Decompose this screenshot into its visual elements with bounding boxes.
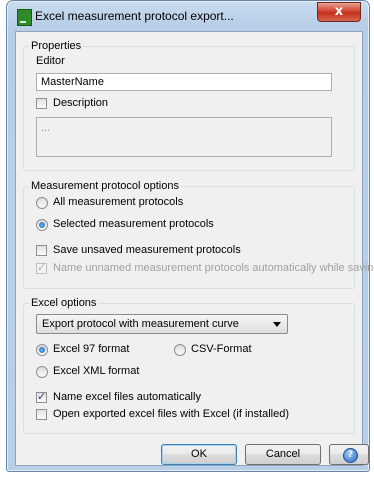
window-title: Excel measurement protocol export...: [35, 9, 234, 23]
description-textarea[interactable]: ...: [36, 117, 332, 157]
open-after-label: Open exported excel files with Excel (if…: [53, 408, 289, 420]
protocol-options-legend: Measurement protocol options: [29, 180, 181, 192]
name-auto-checkbox[interactable]: [36, 390, 47, 403]
close-icon: x: [334, 4, 344, 19]
properties-legend: Properties: [29, 40, 84, 52]
protocol-options-group: Measurement protocol options All measure…: [23, 180, 374, 289]
dialog-window: Excel measurement protocol export... x P…: [6, 0, 374, 472]
radio-excel-xml-label: Excel XML format: [53, 365, 140, 377]
radio-all-protocols-label: All measurement protocols: [53, 196, 184, 208]
export-mode-dropdown[interactable]: Export protocol with measurement curve: [36, 314, 288, 334]
export-mode-value: Export protocol with measurement curve: [42, 318, 239, 330]
ok-button[interactable]: OK: [161, 444, 237, 465]
radio-excel-xml[interactable]: [36, 366, 48, 378]
cancel-button[interactable]: Cancel: [245, 444, 321, 465]
dialog-client-area: Properties Editor Description ... Measur…: [15, 31, 374, 466]
chevron-down-icon: [273, 322, 281, 327]
excel-options-legend: Excel options: [29, 297, 99, 309]
title-bar[interactable]: Excel measurement protocol export... x: [7, 1, 369, 31]
save-unsaved-checkbox[interactable]: [36, 245, 47, 256]
radio-csv[interactable]: [174, 344, 186, 356]
description-checkbox[interactable]: [36, 98, 47, 109]
radio-excel-97[interactable]: [36, 344, 48, 356]
properties-group: Properties Editor Description ...: [23, 40, 355, 171]
editor-input[interactable]: [36, 73, 332, 91]
name-unnamed-label: Name unnamed measurement protocols autom…: [53, 262, 374, 274]
description-label: Description: [53, 97, 109, 109]
excel-app-icon: [17, 9, 32, 26]
save-unsaved-label: Save unsaved measurement protocols: [53, 244, 241, 256]
excel-options-group: Excel options Export protocol with measu…: [23, 297, 355, 434]
close-button[interactable]: x: [317, 2, 361, 22]
radio-excel-97-label: Excel 97 format: [53, 343, 130, 355]
page: Excel measurement protocol export... x P…: [0, 0, 374, 483]
open-after-checkbox[interactable]: [36, 409, 47, 420]
name-unnamed-checkbox: [36, 261, 47, 274]
radio-csv-label: CSV-Format: [191, 343, 252, 355]
radio-selected-protocols-label: Selected measurement protocols: [53, 218, 214, 230]
editor-label: Editor: [36, 55, 65, 67]
radio-selected-protocols[interactable]: [36, 219, 48, 231]
help-icon: ?: [343, 448, 358, 463]
radio-all-protocols[interactable]: [36, 197, 48, 209]
help-button[interactable]: ?: [329, 444, 369, 465]
name-auto-label: Name excel files automatically: [53, 391, 201, 403]
